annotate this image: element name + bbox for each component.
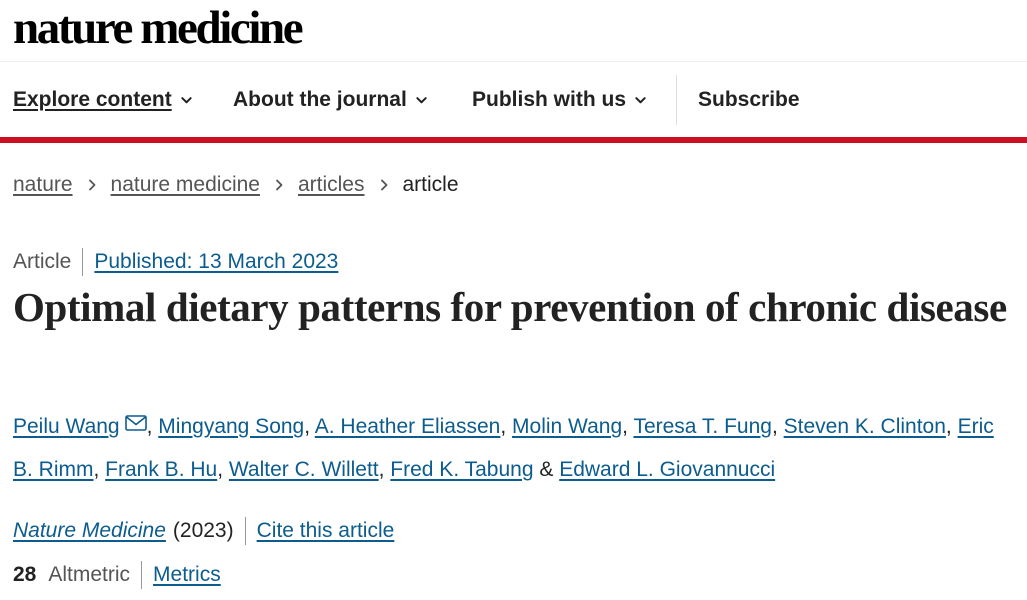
author-separator: , (945, 415, 958, 438)
subscribe-label: Subscribe (698, 88, 800, 111)
author-separator: , (217, 458, 229, 481)
metrics-divider (141, 561, 143, 589)
breadcrumb-nature-medicine[interactable]: nature medicine (111, 172, 260, 198)
publication-year: (2023) (172, 519, 234, 542)
journal-logo[interactable]: nature medicine (13, 2, 304, 54)
published-date-link[interactable]: Published: 13 March 2023 (94, 249, 338, 275)
metrics-link[interactable]: Metrics (153, 562, 221, 588)
author-separator: , (146, 415, 159, 438)
breadcrumb-current: article (402, 173, 459, 196)
metrics-row: 28 Altmetric Metrics (13, 561, 221, 589)
author-list: Peilu Wang, Mingyang Song, A. Heather El… (13, 405, 1018, 491)
nav-publish-with-us[interactable]: Publish with us (472, 87, 646, 113)
chevron-right-icon (276, 179, 283, 191)
nav-publish-with-us-label: Publish with us (472, 88, 627, 111)
author-link[interactable]: Fred K. Tabung (390, 458, 533, 481)
article-meta: Article Published: 13 March 2023 (13, 248, 338, 276)
mail-icon[interactable] (124, 415, 147, 431)
author-link[interactable]: Mingyang Song (158, 415, 304, 438)
nav-explore-content[interactable]: Explore content (13, 87, 192, 113)
nav-divider (676, 75, 677, 125)
author-link[interactable]: Walter C. Willett (229, 458, 379, 481)
author-separator: , (378, 458, 391, 481)
author-separator: , (622, 415, 634, 438)
chevron-down-icon (635, 96, 646, 103)
article-title: Optimal dietary patterns for prevention … (13, 284, 1007, 330)
breadcrumb: nature nature medicine articles article (13, 172, 459, 198)
nav-explore-content-label: Explore content (13, 88, 172, 111)
author-separator: , (771, 415, 784, 438)
author-link[interactable]: Steven K. Clinton (784, 415, 946, 438)
author-link[interactable]: Peilu Wang (13, 415, 120, 438)
author-link[interactable]: Teresa T. Fung (633, 415, 772, 438)
main-nav: Explore content About the journal Publis… (0, 63, 1027, 137)
altmetric-label: Altmetric (48, 563, 131, 586)
chevron-right-icon (88, 179, 95, 191)
cite-article-link[interactable]: Cite this article (257, 518, 395, 544)
citation-row: Nature Medicine (2023) Cite this article (13, 517, 394, 545)
subscribe-link[interactable]: Subscribe (698, 87, 800, 113)
breadcrumb-articles[interactable]: articles (298, 172, 365, 198)
nav-about-journal[interactable]: About the journal (233, 87, 427, 113)
nav-about-journal-label: About the journal (233, 88, 407, 111)
author-link[interactable]: A. Heather Eliassen (315, 415, 501, 438)
author-final-joiner: & (533, 458, 560, 481)
chevron-right-icon (380, 179, 387, 191)
meta-divider (82, 248, 84, 276)
author-separator: , (93, 458, 106, 481)
author-link[interactable]: Molin Wang (512, 415, 622, 438)
breadcrumb-nature[interactable]: nature (13, 172, 73, 198)
site-header: nature medicine (0, 0, 1027, 62)
article-type: Article (13, 250, 72, 273)
brand-accent-bar (0, 137, 1027, 143)
altmetric-count: 28 (13, 563, 37, 586)
chevron-down-icon (416, 96, 427, 103)
citation-divider (244, 517, 246, 545)
author-separator: , (500, 415, 513, 438)
author-link[interactable]: Frank B. Hu (105, 458, 217, 481)
chevron-down-icon (181, 96, 192, 103)
author-link[interactable]: Edward L. Giovannucci (559, 458, 775, 481)
journal-link[interactable]: Nature Medicine (13, 518, 166, 544)
author-separator: , (304, 415, 315, 438)
